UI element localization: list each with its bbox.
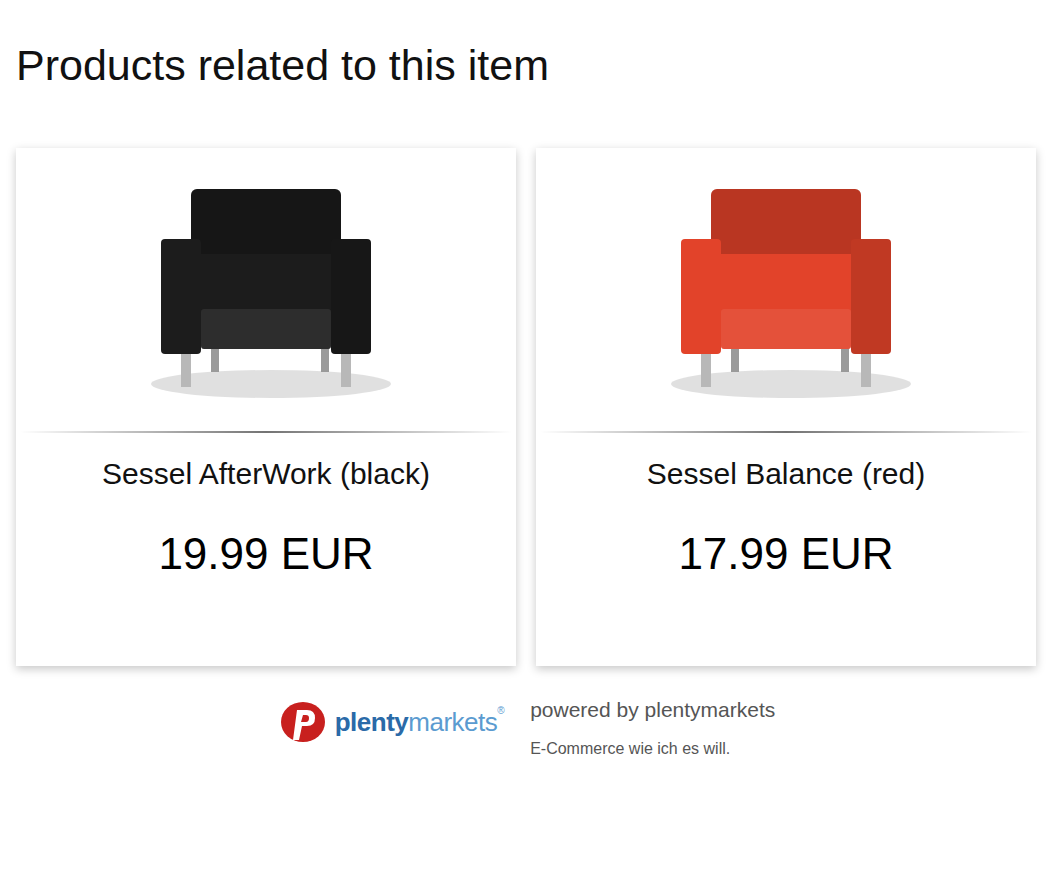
product-list: Sessel AfterWork (black)19.99 EURSessel … <box>16 148 1036 666</box>
product-image[interactable] <box>536 148 1036 431</box>
product-name[interactable]: Sessel AfterWork (black) <box>26 455 506 493</box>
logo-primary: plenty <box>335 707 409 737</box>
logo-secondary: markets <box>408 707 497 737</box>
separator <box>540 431 1032 433</box>
powered-by: powered by plentymarkets <box>530 696 775 723</box>
plentymarkets-logo[interactable]: plentymarkets® <box>277 696 504 746</box>
logo-registered: ® <box>497 705 504 716</box>
footer: plentymarkets® powered by plentymarkets E-… <box>16 696 1036 761</box>
page-heading: Products related to this item <box>16 40 1036 92</box>
product-image[interactable] <box>16 148 516 431</box>
chair-icon <box>651 169 921 409</box>
footer-text: powered by plentymarkets E-Commerce wie i… <box>530 696 775 761</box>
plentymarkets-mark-icon <box>277 700 329 746</box>
separator <box>20 431 512 433</box>
product-price: 19.99 EUR <box>26 528 506 581</box>
tagline: E-Commerce wie ich es will. <box>530 737 775 761</box>
product-card[interactable]: Sessel AfterWork (black) 19.99 EUR <box>16 148 516 666</box>
logo-text: plentymarkets® <box>335 703 504 742</box>
product-card[interactable]: Sessel Balance (red) 17.99 EUR <box>536 148 1036 666</box>
product-name[interactable]: Sessel Balance (red) <box>546 455 1026 493</box>
product-price: 17.99 EUR <box>546 528 1026 581</box>
chair-icon <box>131 169 401 409</box>
